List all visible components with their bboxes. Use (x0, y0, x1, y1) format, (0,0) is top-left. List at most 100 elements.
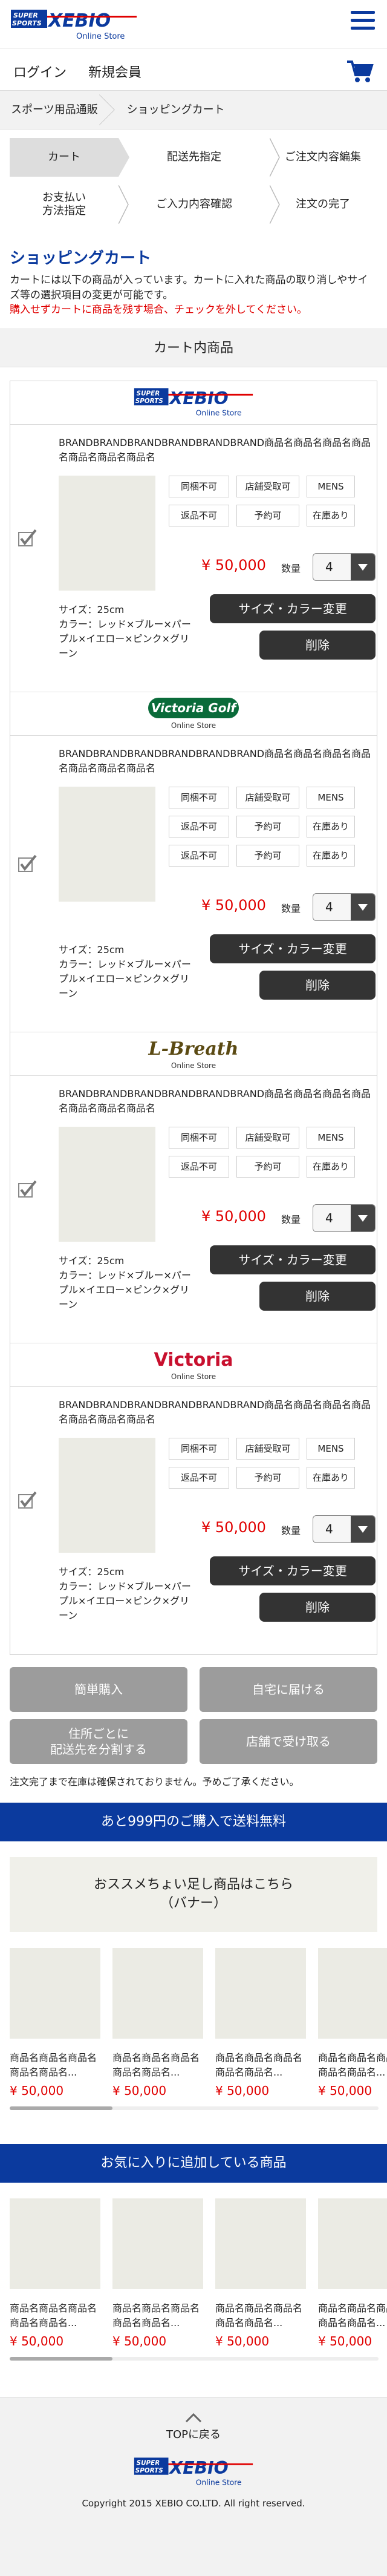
item-tag: 返品不可 (169, 815, 229, 837)
item-name[interactable]: BRANDBRANDBRANDBRANDBRANDBRAND商品名商品名商品名商… (59, 747, 379, 776)
product-name[interactable]: 商品名商品名商品名商品名商品名... (318, 2301, 387, 2333)
product-price: ¥ 50,000 (318, 2333, 372, 2348)
step-order-edit: ご注文内容編集 (285, 150, 361, 163)
breadcrumb: スポーツ用品通販 ショッピングカート (0, 91, 387, 129)
change-size-color-button[interactable]: サイズ・カラー変更 (210, 934, 376, 963)
store-pickup-button[interactable]: 店舗で受け取る (200, 1719, 377, 1764)
item-checkbox[interactable] (18, 1490, 38, 1510)
product-card[interactable]: 商品名商品名商品名商品名商品名... ¥ 50,000 (318, 1947, 387, 2098)
item-tag: 在庫あり (307, 1155, 355, 1178)
delete-button[interactable]: 削除 (259, 970, 376, 1000)
delete-button[interactable]: 削除 (259, 1592, 376, 1622)
item-checkbox[interactable] (18, 1179, 38, 1199)
product-image[interactable] (112, 1947, 203, 2039)
register-link[interactable]: 新規会員 (88, 62, 141, 81)
item-checkbox[interactable] (18, 853, 38, 874)
quantity-select[interactable]: 4 (313, 552, 376, 581)
home-delivery-button[interactable]: 自宅に届ける (200, 1667, 377, 1712)
product-image[interactable] (112, 2198, 203, 2289)
item-name[interactable]: BRANDBRANDBRANDBRANDBRANDBRAND商品名商品名商品名商… (59, 1398, 379, 1427)
user-nav: ログイン 新規会員 (0, 48, 387, 91)
change-size-color-button[interactable]: サイズ・カラー変更 (210, 594, 376, 623)
product-name[interactable]: 商品名商品名商品名商品名商品名... (10, 2051, 100, 2082)
quantity-label: 数量 (281, 1524, 301, 1536)
item-price: ¥ 50,000 (201, 1207, 266, 1225)
split-address-button[interactable]: 住所ごとに 配送先を分割する (10, 1719, 187, 1764)
item-tag: MENS (307, 786, 355, 808)
svg-text:Online Store: Online Store (171, 1061, 216, 1070)
product-image[interactable] (10, 2198, 100, 2289)
svg-text:L-Breath: L-Breath (148, 1038, 239, 1060)
item-tags: 同梱不可 店舗受取可 MENS 返品不可 予約可 在庫あり 返品不可 予約可 在庫あり (169, 786, 362, 867)
product-name[interactable]: 商品名商品名商品名商品名商品名... (215, 2301, 306, 2333)
item-image[interactable] (59, 786, 155, 902)
quantity-label: 数量 (281, 902, 301, 914)
login-link[interactable]: ログイン (13, 62, 67, 81)
item-image[interactable] (59, 1126, 155, 1242)
item-image[interactable] (59, 1437, 155, 1553)
free-shipping-banner: あと999円のご購入で送料無料 (0, 1802, 387, 1841)
item-name[interactable]: BRANDBRANDBRANDBRANDBRANDBRAND商品名商品名商品名商… (59, 436, 379, 465)
product-image[interactable] (318, 2198, 387, 2289)
product-image[interactable] (215, 1947, 306, 2039)
delete-button[interactable]: 削除 (259, 1281, 376, 1311)
quick-buy-button[interactable]: 簡単購入 (10, 1667, 187, 1712)
product-name[interactable]: 商品名商品名商品名商品名商品名... (112, 2051, 203, 2082)
item-checkbox[interactable] (18, 528, 38, 548)
svg-text:Online Store: Online Store (196, 2479, 242, 2487)
item-tag: 在庫あり (307, 815, 355, 837)
product-card[interactable]: 商品名商品名商品名商品名商品名... ¥ 50,000 (318, 2198, 387, 2348)
product-price: ¥ 50,000 (112, 2083, 167, 2098)
item-tag: 店舗受取可 (236, 786, 299, 808)
description-warning: 購入せずカートに商品を残す場合、チェックを外してください。 (10, 304, 307, 316)
product-name[interactable]: 商品名商品名商品名商品名商品名... (10, 2301, 100, 2333)
shop-logo: SUPERSPORTS XEBIOOnline Store (134, 388, 253, 418)
item-tag: 返品不可 (169, 1155, 229, 1178)
shop-logo: VictoriaOnline Store (154, 1349, 233, 1381)
svg-text:Online Store: Online Store (196, 409, 242, 418)
cart-icon[interactable] (346, 59, 374, 84)
breadcrumb-item-home[interactable]: スポーツ用品通販 (0, 91, 109, 129)
product-card[interactable]: 商品名商品名商品名商品名商品名... ¥ 50,000 (215, 2198, 306, 2348)
product-card[interactable]: 商品名商品名商品名商品名商品名... ¥ 50,000 (215, 1947, 306, 2098)
item-tag: 返品不可 (169, 504, 229, 526)
item-image[interactable] (59, 475, 155, 591)
item-tag: 在庫あり (307, 844, 355, 867)
product-image[interactable] (10, 1947, 100, 2039)
hamburger-menu-icon[interactable] (351, 11, 375, 33)
shop-header: Victoria Online Store (10, 1343, 377, 1387)
item-tag: MENS (307, 475, 355, 497)
breadcrumb-item-current: ショッピングカート (126, 103, 225, 116)
page-title: ショッピングカート (10, 249, 152, 267)
step-confirm: ご入力内容確認 (119, 185, 280, 224)
recommend-banner[interactable]: おススメちょい足し商品はこちら （バナー） (10, 1857, 377, 1932)
quantity-select[interactable]: 4 (313, 1204, 376, 1232)
product-card[interactable]: 商品名商品名商品名商品名商品名... ¥ 50,000 (10, 2198, 100, 2348)
totop-link[interactable]: TOPに戻る (0, 2412, 387, 2442)
quantity-select[interactable]: 4 (313, 893, 376, 921)
product-image[interactable] (318, 1947, 387, 2039)
svg-text:Victoria: Victoria (154, 1349, 233, 1371)
product-card[interactable]: 商品名商品名商品名商品名商品名... ¥ 50,000 (10, 1947, 100, 2098)
product-name[interactable]: 商品名商品名商品名商品名商品名... (215, 2051, 306, 2082)
product-name[interactable]: 商品名商品名商品名商品名商品名... (318, 2051, 387, 2082)
recommend-scrollbar[interactable] (10, 2106, 379, 2110)
quantity-label: 数量 (281, 1213, 301, 1225)
product-card[interactable]: 商品名商品名商品名商品名商品名... ¥ 50,000 (112, 1947, 203, 2098)
delete-button[interactable]: 削除 (259, 630, 376, 660)
item-name[interactable]: BRANDBRANDBRANDBRANDBRANDBRAND商品名商品名商品名商… (59, 1087, 379, 1116)
page-description: カートには以下の商品が入っています。カートに入れた商品の取り消しやサイズ等の選択… (10, 274, 368, 316)
product-name[interactable]: 商品名商品名商品名商品名商品名... (112, 2301, 203, 2333)
favorites-scrollbar[interactable] (10, 2356, 379, 2361)
shop-logo: L-BreathOnline Store (148, 1038, 239, 1070)
product-price: ¥ 50,000 (10, 2083, 64, 2098)
product-card[interactable]: 商品名商品名商品名商品名商品名... ¥ 50,000 (112, 2198, 203, 2348)
product-image[interactable] (215, 2198, 306, 2289)
quantity-select[interactable]: 4 (313, 1515, 376, 1543)
change-size-color-button[interactable]: サイズ・カラー変更 (210, 1556, 376, 1585)
product-price: ¥ 50,000 (10, 2333, 64, 2348)
xebio-logo[interactable]: SUPER SPORTS XEBIO Online Store (10, 7, 138, 42)
product-price: ¥ 50,000 (215, 2083, 270, 2098)
shop-logo: Victoria Golf Online Store (148, 698, 239, 730)
change-size-color-button[interactable]: サイズ・カラー変更 (210, 1245, 376, 1274)
